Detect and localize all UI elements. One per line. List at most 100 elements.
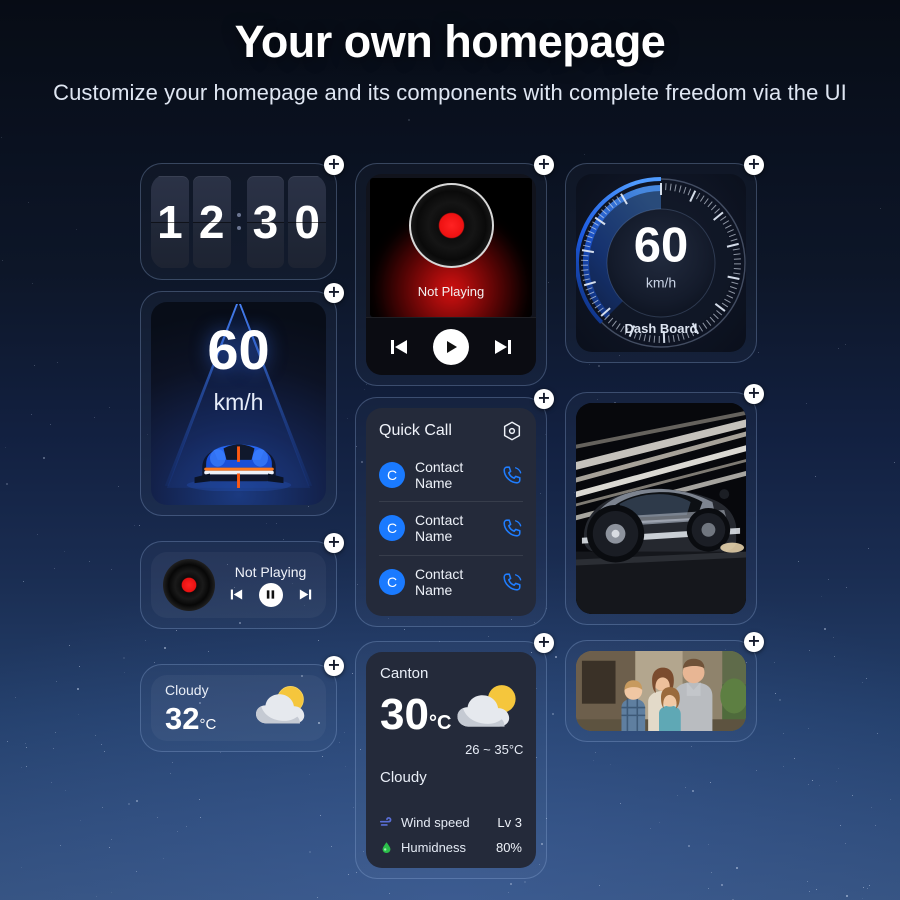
gauge-dial: 60 km/h Dash Board: [576, 174, 746, 352]
widget-photo-frame[interactable]: +: [565, 632, 764, 742]
vinyl-record-icon: [408, 182, 494, 268]
phone-call-icon[interactable]: [501, 517, 523, 539]
gauge-readout: 60 km/h: [633, 218, 689, 291]
clock-digit-text: 2: [198, 195, 225, 248]
quick-call-header: Quick Call: [379, 420, 523, 442]
weather-temp-unit: °C: [199, 716, 217, 733]
vinyl-record-icon: [163, 559, 215, 611]
weather-detail-humidity-row: Humidness 80%: [380, 835, 522, 860]
avatar: C: [379, 515, 405, 542]
gauge-value: 60: [633, 218, 689, 273]
contact-name: Contact Name: [415, 459, 464, 492]
phone-call-icon[interactable]: [501, 464, 523, 486]
family-portrait-icon: [576, 651, 746, 731]
contact-name: Contact Name: [415, 565, 464, 598]
add-widget-button-quickcall[interactable]: +: [534, 389, 554, 409]
widget-weather-detail[interactable]: + Canton 30°C 26 ~ 35°C Cloudy Wind spee…: [355, 633, 554, 879]
weather-temp-value: 30: [380, 690, 429, 739]
weather-detail-body: Canton 30°C 26 ~ 35°C Cloudy Wind speed …: [366, 652, 536, 868]
widget-dashboard-gauge[interactable]: + 60 km/h Dash Board: [565, 155, 764, 363]
weather-detail-wind-row: Wind speed Lv 3: [380, 810, 522, 835]
hexagon-settings-icon[interactable]: [501, 420, 523, 442]
clock-digit-text: 0: [294, 195, 320, 248]
weather-condition: Cloudy: [380, 769, 427, 786]
add-widget-button-weatherbig[interactable]: +: [534, 633, 554, 653]
weather-city: Canton: [380, 665, 429, 682]
quick-call-contact-row[interactable]: C Contact Name: [379, 449, 523, 501]
avatar: C: [379, 462, 405, 489]
weather-compact-body: Cloudy 32°C: [151, 675, 326, 741]
add-widget-button-dashboard[interactable]: +: [744, 155, 764, 175]
add-widget-button-minimusic[interactable]: +: [324, 533, 344, 553]
add-widget-button-clock[interactable]: +: [324, 155, 344, 175]
page-subtitle: Customize your homepage and its componen…: [53, 79, 847, 105]
sports-car-photo-icon: [576, 403, 746, 614]
mini-music-controls: [228, 582, 314, 607]
weather-detail-value: Lv 3: [497, 815, 522, 830]
widget-quick-call[interactable]: + Quick Call C Contact Name C Contact Na…: [355, 389, 554, 627]
mini-music-right: Not Playing: [227, 564, 314, 607]
previous-track-button[interactable]: [228, 586, 245, 603]
contact-name: Contact Name: [415, 512, 464, 545]
avatar: C: [379, 568, 405, 595]
clock-digit-text: 1: [157, 195, 183, 248]
widget-music-player[interactable]: + Not Playing: [355, 155, 554, 386]
quick-call-contact-row[interactable]: C Contact Name: [379, 501, 523, 554]
widget-speedometer[interactable]: + 60 km/h: [140, 283, 344, 516]
next-icon: [299, 589, 311, 600]
weather-compact-text: Cloudy 32°C: [165, 682, 250, 734]
music-player-body: Not Playing: [366, 174, 536, 375]
weather-temp-value: 32: [165, 701, 200, 736]
weather-detail-label: Humidness: [401, 840, 467, 855]
add-widget-button-photo[interactable]: +: [744, 632, 764, 652]
weather-temperature: 32°C: [165, 703, 250, 734]
add-widget-button-speed[interactable]: +: [324, 283, 344, 303]
widget-mini-music-player[interactable]: + Not Playing: [140, 533, 344, 629]
clock-digit-hour-ones: 2: [192, 175, 231, 268]
quick-call-body: Quick Call C Contact Name C Contact Name: [366, 408, 536, 616]
music-controls: [366, 317, 536, 375]
previous-icon: [391, 339, 407, 354]
speed-unit: km/h: [213, 389, 264, 415]
humidity-icon: [382, 842, 391, 854]
music-status: Not Playing: [234, 563, 307, 580]
speed-value: 60: [207, 318, 270, 381]
add-widget-button-carphoto[interactable]: +: [744, 384, 764, 404]
dashboard-body: 60 km/h Dash Board: [576, 174, 746, 352]
mini-music-body: Not Playing: [151, 552, 326, 618]
widget-weather-compact[interactable]: + Cloudy 32°C: [140, 656, 344, 752]
play-button[interactable]: [433, 328, 469, 365]
widget-flip-clock[interactable]: + 1 2 3 0: [140, 155, 344, 280]
wind-icon: [380, 817, 392, 826]
partly-cloudy-icon: [256, 686, 305, 724]
add-widget-button-music[interactable]: +: [534, 155, 554, 175]
clock-digit-text: 3: [252, 195, 279, 248]
next-track-button[interactable]: [297, 586, 314, 603]
quick-call-contact-row[interactable]: C Contact Name: [379, 554, 523, 608]
music-status: Not Playing: [417, 283, 485, 299]
car-photo-body: [576, 403, 746, 614]
weather-condition: Cloudy: [165, 682, 209, 698]
widget-car-photo[interactable]: +: [565, 384, 764, 625]
previous-track-button[interactable]: [387, 335, 411, 359]
homepage-canvas: Your own homepage Customize your homepag…: [0, 0, 900, 900]
next-track-button[interactable]: [491, 335, 515, 359]
clock-digit-hour-tens: 1: [151, 175, 189, 268]
sports-car-icon: [186, 444, 291, 491]
play-icon: [447, 340, 457, 353]
header: Your own homepage Customize your homepag…: [0, 16, 900, 107]
speedometer-face: 60 km/h: [151, 302, 326, 505]
quick-call-title: Quick Call: [379, 422, 452, 439]
clock-digit-minute-ones: 0: [288, 175, 326, 268]
partly-cloudy-icon: [457, 685, 517, 727]
phone-call-icon[interactable]: [501, 571, 523, 593]
add-widget-button-weathersmall[interactable]: +: [324, 656, 344, 676]
pause-icon: [266, 590, 275, 599]
pause-button[interactable]: [258, 582, 283, 607]
gauge-unit: km/h: [645, 274, 677, 291]
page-title: Your own homepage: [234, 16, 666, 67]
clock-digit-minute-tens: 3: [246, 175, 285, 268]
weather-detail-value: 80%: [495, 840, 522, 855]
weather-temp-unit: °C: [428, 712, 452, 734]
weather-main-row: 30°C 26 ~ 35°C: [380, 682, 523, 757]
